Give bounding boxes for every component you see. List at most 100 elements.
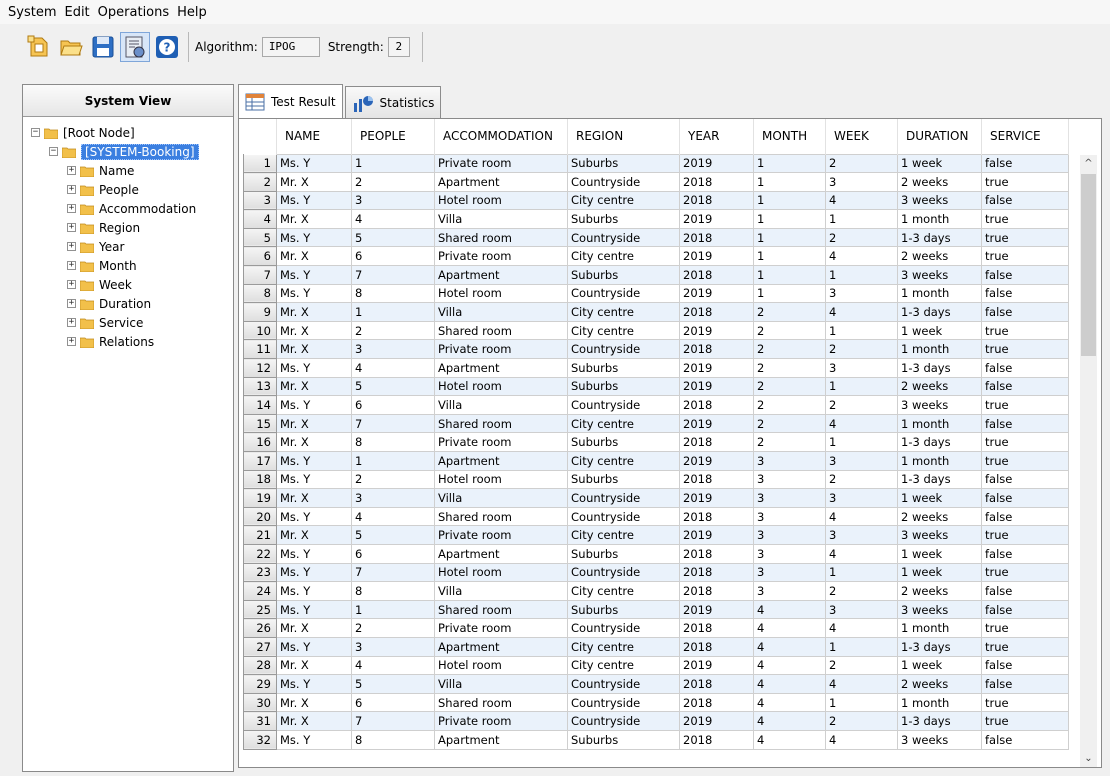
column-header[interactable]: PEOPLE bbox=[351, 119, 435, 154]
table-cell[interactable]: City centre bbox=[567, 655, 680, 676]
table-cell[interactable]: 8 bbox=[351, 581, 435, 601]
table-cell[interactable]: 2 weeks bbox=[897, 172, 982, 192]
table-cell[interactable]: 3 bbox=[351, 488, 435, 508]
table-cell[interactable]: 1 bbox=[753, 190, 826, 211]
table-cell[interactable]: Mr. X bbox=[276, 488, 352, 508]
table-cell[interactable]: 1 bbox=[351, 153, 435, 174]
tree-root-node[interactable]: − [Root Node] bbox=[23, 123, 233, 142]
table-cell[interactable]: Apartment bbox=[434, 358, 568, 378]
table-cell[interactable]: 2 bbox=[825, 339, 898, 360]
table-cell[interactable]: 1 bbox=[753, 283, 826, 304]
expand-icon[interactable]: + bbox=[67, 185, 76, 194]
table-cell[interactable]: true bbox=[981, 451, 1069, 471]
table-cell[interactable]: false bbox=[981, 469, 1069, 490]
table-cell[interactable]: Ms. Y bbox=[276, 599, 352, 620]
table-cell[interactable]: false bbox=[981, 543, 1069, 564]
table-cell[interactable]: 2 weeks bbox=[897, 376, 982, 397]
table-cell[interactable]: 1-3 days bbox=[897, 358, 982, 378]
table-cell[interactable]: true bbox=[981, 209, 1069, 229]
table-cell[interactable]: Apartment bbox=[434, 543, 568, 564]
table-cell[interactable]: Villa bbox=[434, 581, 568, 601]
table-cell[interactable]: 3 weeks bbox=[897, 729, 982, 750]
table-row[interactable]: 19 Mr. X 3 Villa Countryside 2019 3 3 1 week fals… bbox=[243, 488, 1069, 508]
table-row[interactable]: 23 Ms. Y 7 Hotel room Countryside 2018 3 1 1 wee… bbox=[243, 562, 1069, 583]
table-cell[interactable]: 5 bbox=[351, 674, 435, 694]
tree-item[interactable]: + Duration bbox=[23, 294, 233, 313]
tree-item[interactable]: + People bbox=[23, 180, 233, 199]
table-cell[interactable]: Private room bbox=[434, 432, 568, 452]
tree-item[interactable]: + Service bbox=[23, 313, 233, 332]
table-cell[interactable]: Mr. X bbox=[276, 209, 352, 229]
table-row[interactable]: 30 Mr. X 6 Shared room Countryside 2018 4 1 1 mo… bbox=[243, 692, 1069, 713]
table-cell[interactable]: 3 bbox=[825, 525, 898, 545]
table-cell[interactable]: 1 week bbox=[897, 320, 982, 341]
table-cell[interactable]: Countryside bbox=[567, 692, 680, 713]
table-cell[interactable]: Hotel room bbox=[434, 469, 568, 490]
table-cell[interactable]: 1-3 days bbox=[897, 636, 982, 657]
table-cell[interactable]: Hotel room bbox=[434, 190, 568, 211]
table-cell[interactable]: 1 week bbox=[897, 655, 982, 676]
table-cell[interactable]: 3 bbox=[753, 525, 826, 545]
strength-field[interactable]: 2 bbox=[387, 37, 410, 57]
table-cell[interactable]: Hotel room bbox=[434, 655, 568, 676]
table-cell[interactable]: 2 bbox=[825, 227, 898, 248]
table-cell[interactable]: Shared room bbox=[434, 506, 568, 527]
table-cell[interactable]: 2018 bbox=[679, 562, 754, 583]
table-cell[interactable]: Ms. Y bbox=[276, 190, 352, 211]
table-row[interactable]: 32 Ms. Y 8 Apartment Suburbs 2018 4 4 3 weeks fal… bbox=[243, 729, 1069, 750]
table-cell[interactable]: Mr. X bbox=[276, 618, 352, 638]
table-cell[interactable]: 1 month bbox=[897, 618, 982, 638]
table-row[interactable]: 26 Mr. X 2 Private room Countryside 2018 4 4 1 m… bbox=[243, 618, 1069, 638]
expand-icon[interactable]: + bbox=[67, 204, 76, 213]
table-row[interactable]: 28 Mr. X 4 Hotel room City centre 2019 4 2 1 wee… bbox=[243, 655, 1069, 676]
table-cell[interactable]: Countryside bbox=[567, 711, 680, 731]
table-cell[interactable]: 1 bbox=[825, 636, 898, 657]
table-cell[interactable]: false bbox=[981, 265, 1069, 285]
table-cell[interactable]: Suburbs bbox=[567, 729, 680, 750]
table-cell[interactable]: Ms. Y bbox=[276, 395, 352, 415]
table-cell[interactable]: true bbox=[981, 339, 1069, 360]
table-cell[interactable]: 7 bbox=[351, 413, 435, 434]
table-row[interactable]: 7 Ms. Y 7 Apartment Suburbs 2018 1 1 3 weeks fals… bbox=[243, 265, 1069, 285]
menu-system[interactable]: System bbox=[4, 5, 60, 20]
table-cell[interactable]: 4 bbox=[825, 190, 898, 211]
table-cell[interactable]: Ms. Y bbox=[276, 506, 352, 527]
table-cell[interactable]: 1 bbox=[753, 227, 826, 248]
table-cell[interactable]: 2 bbox=[753, 302, 826, 322]
table-cell[interactable]: Mr. X bbox=[276, 525, 352, 545]
tree-item[interactable]: + Accommodation bbox=[23, 199, 233, 218]
table-cell[interactable]: false bbox=[981, 581, 1069, 601]
table-cell[interactable]: false bbox=[981, 674, 1069, 694]
table-cell[interactable]: 1 bbox=[753, 153, 826, 174]
table-cell[interactable]: 1 bbox=[825, 320, 898, 341]
table-cell[interactable]: Hotel room bbox=[434, 562, 568, 583]
table-cell[interactable]: Villa bbox=[434, 395, 568, 415]
table-cell[interactable]: 2018 bbox=[679, 469, 754, 490]
table-cell[interactable]: 4 bbox=[753, 618, 826, 638]
table-row[interactable]: 21 Mr. X 5 Private room City centre 2019 3 3 3 w… bbox=[243, 525, 1069, 545]
table-cell[interactable]: 2018 bbox=[679, 506, 754, 527]
table-cell[interactable]: 1 bbox=[825, 562, 898, 583]
table-cell[interactable]: 1 bbox=[351, 599, 435, 620]
tree-system-node[interactable]: − [SYSTEM-Booking] bbox=[23, 142, 233, 161]
table-cell[interactable]: 2 weeks bbox=[897, 506, 982, 527]
table-cell[interactable]: 1 bbox=[825, 265, 898, 285]
table-cell[interactable]: true bbox=[981, 711, 1069, 731]
table-cell[interactable]: true bbox=[981, 692, 1069, 713]
table-cell[interactable]: 1 bbox=[351, 302, 435, 322]
table-cell[interactable]: 3 bbox=[753, 469, 826, 490]
table-row[interactable]: 6 Mr. X 6 Private room City centre 2019 1 4 2 we… bbox=[243, 246, 1069, 267]
table-cell[interactable]: Suburbs bbox=[567, 265, 680, 285]
table-cell[interactable]: 2 bbox=[351, 320, 435, 341]
table-row[interactable]: 9 Mr. X 1 Villa City centre 2018 2 4 1-3 days fal… bbox=[243, 302, 1069, 322]
table-row[interactable]: 12 Ms. Y 4 Apartment Suburbs 2019 2 3 1-3 days fa… bbox=[243, 358, 1069, 378]
table-cell[interactable]: 3 weeks bbox=[897, 599, 982, 620]
table-cell[interactable]: City centre bbox=[567, 190, 680, 211]
expand-icon[interactable]: + bbox=[67, 242, 76, 251]
table-cell[interactable]: 2 bbox=[825, 395, 898, 415]
table-cell[interactable]: 3 bbox=[753, 506, 826, 527]
tree-item[interactable]: + Week bbox=[23, 275, 233, 294]
algorithm-field[interactable]: IPOG bbox=[261, 37, 320, 57]
table-cell[interactable]: 4 bbox=[825, 246, 898, 267]
table-cell[interactable]: Apartment bbox=[434, 451, 568, 471]
